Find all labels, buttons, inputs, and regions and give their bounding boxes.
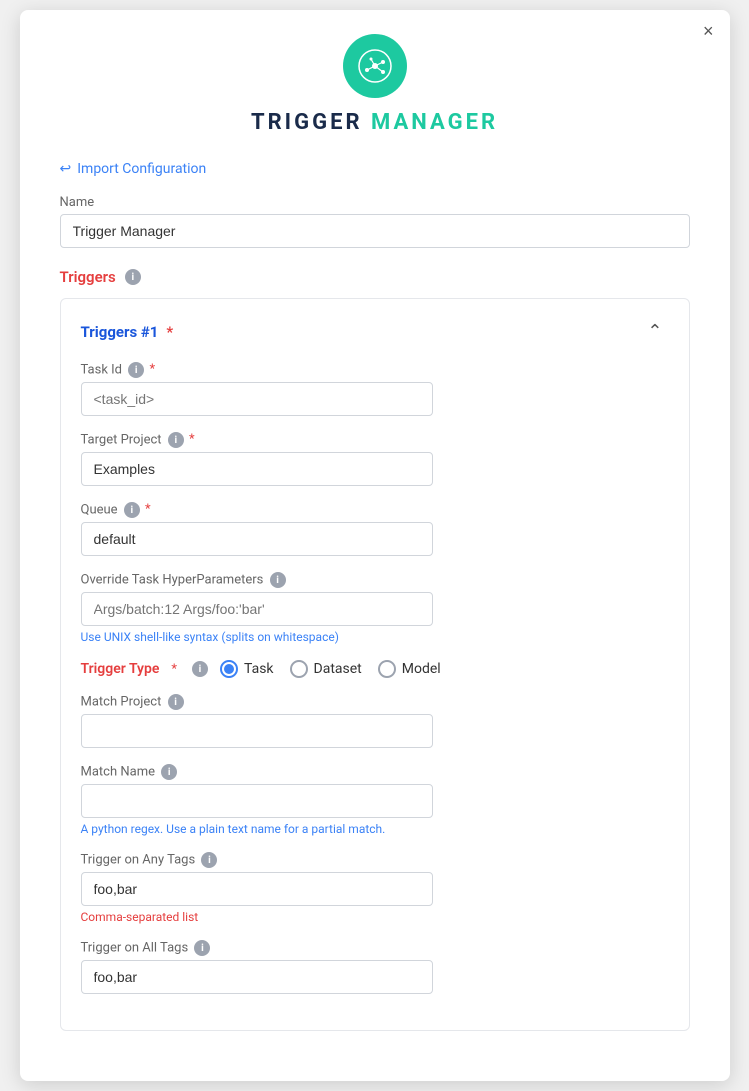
trigger-any-tags-helper: Comma-separated list [81,910,669,924]
task-id-field: Task Id i * [81,362,669,416]
override-params-label: Override Task HyperParameters i [81,572,669,588]
trigger-all-tags-field: Trigger on All Tags i [81,940,669,994]
import-label: Import Configuration [77,161,206,177]
trigger-any-tags-label: Trigger on Any Tags i [81,852,669,868]
triggers-card-header: Triggers #1 * ⌃ [81,319,669,344]
triggers-card: Triggers #1 * ⌃ Task Id i * [60,298,690,1031]
trigger-all-tags-input[interactable] [81,960,434,994]
trigger-any-tags-info-icon[interactable]: i [201,852,217,868]
override-params-helper: Use UNIX shell-like syntax (splits on wh… [81,630,669,644]
triggers-section: Triggers i Triggers #1 * ⌃ Task Id i [60,268,690,1031]
match-name-field: Match Name i A python regex. Use a plain… [81,764,669,836]
target-project-info-icon[interactable]: i [168,432,184,448]
queue-field: Queue i * [81,502,669,556]
trigger-all-tags-label: Trigger on All Tags i [81,940,669,956]
trigger-type-info-icon[interactable]: i [192,661,208,677]
name-input[interactable] [60,214,690,248]
triggers-section-label: Triggers i [60,268,690,286]
trigger-any-tags-field: Trigger on Any Tags i Comma-separated li… [81,852,669,924]
name-label: Name [60,195,690,210]
import-configuration-link[interactable]: ↩ Import Configuration [60,161,690,177]
app-logo [343,34,407,98]
match-project-info-icon[interactable]: i [168,694,184,710]
collapse-button[interactable]: ⌃ [641,319,668,344]
radio-model[interactable]: Model [378,660,441,678]
trigger-type-row: Trigger Type * i Task Dataset [81,660,669,678]
trigger-all-tags-info-icon[interactable]: i [194,940,210,956]
match-project-input[interactable] [81,714,434,748]
name-field-wrapper: Name [60,195,690,248]
modal-header: TRIGGER MANAGER [20,10,730,151]
match-name-input[interactable] [81,784,434,818]
match-name-helper: A python regex. Use a plain text name fo… [81,822,669,836]
trigger-type-radio-group: Task Dataset Model [220,660,441,678]
trigger-type-label: Trigger Type [81,661,160,677]
task-id-label: Task Id i * [81,362,669,378]
override-params-input[interactable] [81,592,434,626]
queue-label: Queue i * [81,502,669,518]
radio-task[interactable]: Task [220,660,274,678]
triggers-info-icon[interactable]: i [125,269,141,285]
required-star: * [166,323,173,341]
task-id-info-icon[interactable]: i [128,362,144,378]
radio-task-circle [220,660,238,678]
override-params-info-icon[interactable]: i [270,572,286,588]
import-icon: ↩ [60,161,72,177]
triggers-card-title: Triggers #1 * [81,323,174,341]
target-project-input[interactable] [81,452,434,486]
page-title: TRIGGER MANAGER [251,110,498,135]
modal-body: ↩ Import Configuration Name Triggers i T… [20,161,730,1031]
trigger-manager-modal: × TRIGGER MANAGER ↩ Import Configuration [20,10,730,1081]
trigger-any-tags-input[interactable] [81,872,434,906]
override-params-field: Override Task HyperParameters i Use UNIX… [81,572,669,644]
radio-dataset[interactable]: Dataset [290,660,362,678]
radio-dataset-circle [290,660,308,678]
match-project-field: Match Project i [81,694,669,748]
match-name-info-icon[interactable]: i [161,764,177,780]
match-project-label: Match Project i [81,694,669,710]
close-button[interactable]: × [703,22,714,40]
queue-input[interactable] [81,522,434,556]
match-name-label: Match Name i [81,764,669,780]
queue-info-icon[interactable]: i [124,502,140,518]
radio-model-circle [378,660,396,678]
target-project-field: Target Project i * [81,432,669,486]
task-id-input[interactable] [81,382,434,416]
target-project-label: Target Project i * [81,432,669,448]
